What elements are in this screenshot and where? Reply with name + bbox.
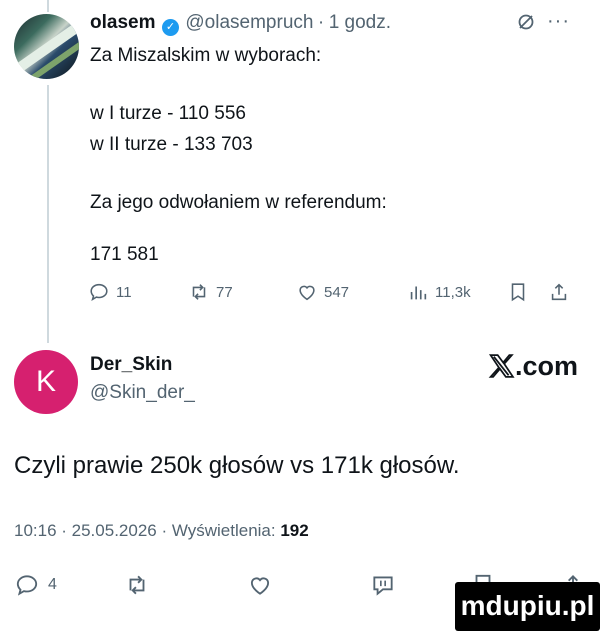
- brand-label: .com: [488, 351, 578, 382]
- thread-line: [47, 85, 49, 343]
- reply-icon: [90, 283, 108, 301]
- reply-count: 4: [48, 576, 57, 593]
- tweet-text-line: w I turze - 110 556: [90, 103, 246, 124]
- reply-text: Czyli prawie 250k głosów vs 171k głosów.: [14, 452, 460, 479]
- grok-icon[interactable]: [516, 12, 536, 38]
- like-button[interactable]: [247, 572, 273, 603]
- reply-icon: [16, 575, 38, 596]
- views-icon: [410, 286, 427, 300]
- separator: ·: [317, 12, 325, 33]
- author-name[interactable]: olasem: [90, 12, 155, 33]
- brand-suffix: .com: [515, 351, 579, 381]
- heart-icon: [250, 577, 270, 595]
- x-logo-icon: [488, 354, 515, 378]
- tweet-text-line: Za jego odwołaniem w referendum:: [90, 192, 387, 213]
- reply-button[interactable]: 4: [14, 572, 57, 598]
- like-count: 547: [324, 283, 350, 301]
- repost-icon: [192, 284, 206, 300]
- more-icon[interactable]: ···: [547, 10, 570, 33]
- repost-button[interactable]: [124, 572, 150, 603]
- timestamp[interactable]: 10:16 · 25.05.2026 · Wyświetlenia: 192: [14, 521, 309, 541]
- author-name[interactable]: Der_Skin: [90, 354, 172, 376]
- watermark: mdupiu.pl: [455, 582, 600, 631]
- tweet-text-line: Za Miszalskim w wyborach:: [90, 45, 322, 66]
- views-count: 11,3k: [435, 283, 471, 301]
- repost-button[interactable]: 77: [188, 281, 233, 303]
- views-count: 192: [280, 521, 309, 540]
- heart-icon: [299, 285, 315, 301]
- repost-icon: [129, 575, 145, 595]
- share-icon: [551, 283, 567, 301]
- author-handle[interactable]: @Skin_der_: [90, 382, 195, 404]
- bookmark-icon: [511, 283, 525, 302]
- like-button[interactable]: 547: [296, 281, 349, 303]
- views-button[interactable]: 11,3k: [407, 281, 471, 303]
- share-button[interactable]: [548, 281, 570, 303]
- tweet-header: olasem ✓ @olasempruch · 1 godz.: [90, 12, 391, 36]
- reply-button[interactable]: 11: [88, 281, 132, 303]
- author-handle[interactable]: @olasempruch: [185, 12, 313, 33]
- tweet-time[interactable]: 1 godz.: [329, 12, 391, 33]
- tweet-text-line: w II turze - 133 703: [90, 134, 253, 155]
- bookmark-button[interactable]: [507, 281, 529, 303]
- repost-count: 77: [216, 283, 233, 301]
- verified-badge-icon: ✓: [161, 19, 179, 36]
- thread-line-top: [47, 0, 49, 12]
- timestamp-text: 10:16 · 25.05.2026 · Wyświetlenia:: [14, 521, 276, 540]
- gif-reply-icon[interactable]: [370, 572, 396, 603]
- avatar[interactable]: [14, 14, 79, 79]
- avatar[interactable]: K: [14, 350, 78, 414]
- reply-count: 11: [116, 283, 132, 301]
- tweet-text-line: 171 581: [90, 244, 159, 265]
